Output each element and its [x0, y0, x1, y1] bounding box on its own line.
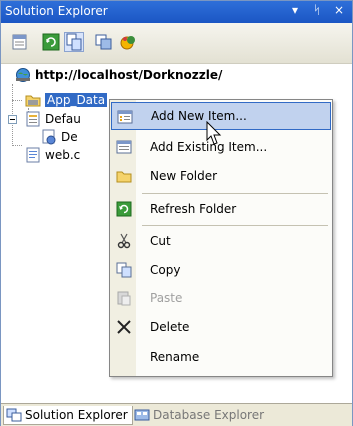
- tree-item-app-data[interactable]: App_Data: [25, 91, 108, 109]
- tree-item-label: web.c: [45, 148, 81, 162]
- folder-icon: [25, 95, 41, 107]
- tree-root-website[interactable]: http://localhost/Dorknozzle/: [15, 66, 222, 84]
- tree-root-label: http://localhost/Dorknozzle/: [35, 68, 223, 82]
- cut-icon: [117, 233, 131, 249]
- paste-icon: [117, 291, 131, 306]
- tab-solution-explorer[interactable]: Solution Explorer: [3, 406, 133, 425]
- add-new-item-icon: [117, 110, 133, 124]
- new-folder-icon: [116, 171, 132, 183]
- menu-separator: [142, 225, 328, 226]
- mouse-pointer-icon: [206, 121, 222, 145]
- menu-item-copy[interactable]: Copy: [111, 256, 331, 284]
- config-file-icon: [26, 147, 40, 163]
- window-title: Solution Explorer: [5, 4, 108, 18]
- tree-item-default-code[interactable]: De: [41, 128, 78, 146]
- menu-item-label: Delete: [150, 320, 190, 334]
- tab-label: Solution Explorer: [25, 408, 128, 422]
- tree-item-label: De: [61, 130, 78, 144]
- bottom-tab-strip: Solution Explorer Database Explorer: [1, 403, 352, 426]
- copy-website-icon[interactable]: [95, 33, 113, 51]
- delete-icon: [117, 320, 131, 334]
- menu-item-label: Add New Item...: [151, 109, 247, 123]
- refresh-folder-icon: [116, 201, 132, 217]
- titlebar: Solution Explorer ▾ ᛋ ×: [1, 1, 352, 23]
- database-explorer-icon: [134, 409, 150, 421]
- menu-item-label: New Folder: [150, 169, 218, 183]
- tree-item-label: Defau: [45, 112, 81, 126]
- solution-explorer-icon: [6, 408, 22, 422]
- menu-item-cut[interactable]: Cut: [111, 227, 331, 255]
- website-globe-icon: [16, 68, 30, 82]
- aspx-page-icon: [26, 111, 40, 127]
- tree-item-default[interactable]: Defau: [25, 110, 81, 128]
- menu-separator: [142, 193, 328, 194]
- close-icon[interactable]: ×: [332, 3, 346, 17]
- menu-item-label: Copy: [150, 263, 181, 277]
- menu-item-label: Rename: [150, 350, 200, 364]
- toolbar: [1, 23, 352, 64]
- pin-icon[interactable]: ᛋ: [310, 3, 324, 17]
- menu-item-delete[interactable]: Delete: [111, 313, 331, 341]
- properties-icon[interactable]: [11, 33, 29, 51]
- copy-icon: [116, 262, 132, 278]
- tab-label: Database Explorer: [153, 408, 265, 422]
- tab-database-explorer[interactable]: Database Explorer: [134, 406, 264, 424]
- menu-item-paste[interactable]: Paste: [111, 284, 331, 312]
- tree-item-web-config[interactable]: web.c: [25, 146, 80, 164]
- menu-item-label: Cut: [150, 234, 171, 248]
- menu-item-refresh-folder[interactable]: Refresh Folder: [111, 195, 331, 223]
- asp-net-config-icon[interactable]: [119, 33, 137, 51]
- add-existing-item-icon: [116, 140, 132, 154]
- code-file-icon: [42, 129, 56, 145]
- refresh-icon[interactable]: [42, 33, 60, 51]
- dropdown-arrow-icon[interactable]: ▾: [288, 3, 302, 17]
- nest-related-files-icon[interactable]: [64, 32, 84, 52]
- menu-item-label: Paste: [150, 291, 183, 305]
- menu-item-rename[interactable]: Rename: [111, 343, 331, 371]
- menu-item-new-folder[interactable]: New Folder: [111, 162, 331, 190]
- menu-item-label: Refresh Folder: [150, 202, 237, 216]
- tree-item-label: App_Data: [45, 93, 108, 107]
- collapse-toggle[interactable]: [8, 115, 17, 124]
